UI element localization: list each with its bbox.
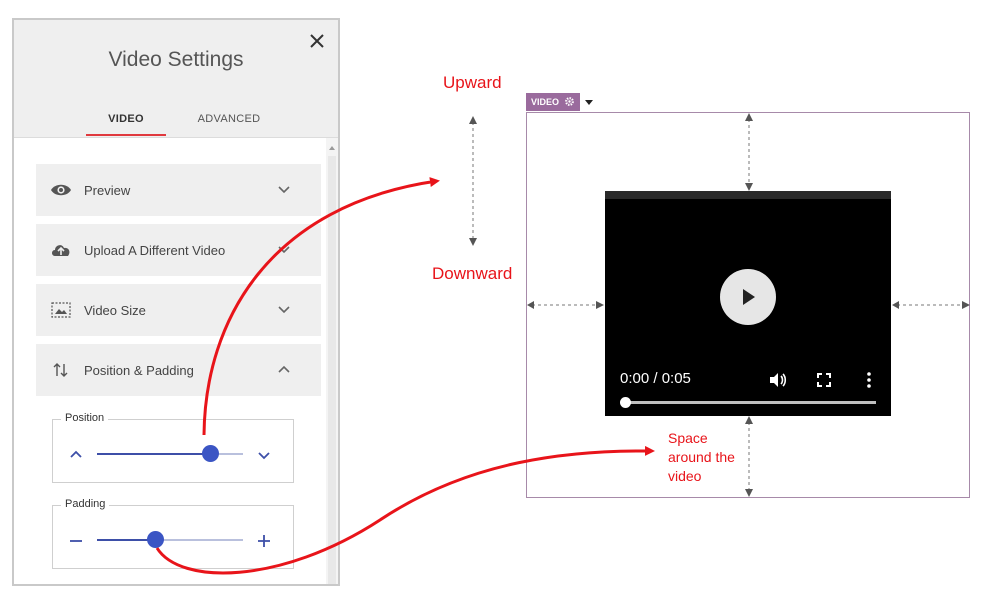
- video-player[interactable]: 0:00 / 0:05: [605, 191, 891, 416]
- position-slider-fill: [97, 453, 211, 455]
- panel-body: Preview Upload A Different Video Video S…: [14, 138, 338, 584]
- plus-icon: [258, 535, 270, 547]
- padding-increase-button[interactable]: [255, 532, 273, 550]
- scroll-up-arrow-icon[interactable]: [329, 146, 335, 150]
- chevron-up-icon: [70, 450, 82, 458]
- chevron-up-icon: [278, 365, 290, 373]
- section-label: Video Size: [84, 303, 146, 318]
- panel-title: Video Settings: [108, 48, 244, 71]
- position-up-button[interactable]: [67, 446, 85, 464]
- volume-icon: [770, 373, 787, 387]
- image-size-icon: [51, 302, 71, 318]
- module-tag-label: VIDEO: [531, 97, 560, 107]
- close-button[interactable]: [306, 30, 328, 52]
- more-vertical-icon: [867, 372, 871, 388]
- player-top-bar: [605, 191, 891, 199]
- padding-control: Padding: [52, 498, 294, 569]
- more-options-button[interactable]: [859, 370, 879, 390]
- tab-video[interactable]: VIDEO: [86, 113, 166, 136]
- chevron-down-icon: [278, 306, 290, 314]
- section-upload-video[interactable]: Upload A Different Video: [36, 224, 321, 276]
- position-label: Position: [61, 412, 109, 424]
- tab-bar: VIDEO ADVANCED: [14, 113, 338, 137]
- section-label: Preview: [84, 183, 131, 198]
- video-module-tag[interactable]: VIDEO: [526, 93, 580, 111]
- padding-slider-handle[interactable]: [146, 531, 164, 548]
- volume-button[interactable]: [768, 370, 788, 390]
- vertical-arrows-icon: [53, 363, 68, 377]
- padding-decrease-button[interactable]: [67, 532, 85, 550]
- downward-annotation: Downward: [432, 264, 513, 283]
- play-icon: [743, 289, 755, 305]
- close-icon: [310, 34, 324, 48]
- playback-time: 0:00 / 0:05: [620, 370, 691, 387]
- playback-progress-bar[interactable]: [625, 401, 876, 404]
- tab-advanced[interactable]: ADVANCED: [186, 113, 272, 125]
- cloud-upload-icon: [52, 245, 70, 256]
- position-control: Position: [52, 412, 294, 483]
- panel-header: Video Settings VIDEO ADVANCED: [14, 20, 338, 138]
- scroll-thumb[interactable]: [328, 156, 336, 584]
- playback-scrubber[interactable]: [620, 397, 631, 408]
- module-dropdown-caret-icon[interactable]: [585, 100, 593, 105]
- section-preview[interactable]: Preview: [36, 164, 321, 216]
- section-video-size[interactable]: Video Size: [36, 284, 321, 336]
- play-button[interactable]: [720, 269, 776, 325]
- upward-annotation: Upward: [443, 73, 502, 92]
- gear-icon: [565, 97, 574, 106]
- section-label: Upload A Different Video: [84, 243, 226, 258]
- position-down-button[interactable]: [255, 446, 273, 464]
- chevron-down-icon: [278, 186, 290, 194]
- position-slider-handle[interactable]: [202, 445, 220, 462]
- fullscreen-button[interactable]: [814, 370, 834, 390]
- video-settings-panel: Video Settings VIDEO ADVANCED Preview Up…: [12, 18, 340, 586]
- chevron-down-icon: [258, 452, 270, 460]
- chevron-down-icon: [278, 246, 290, 254]
- padding-label: Padding: [61, 498, 110, 510]
- eye-icon: [51, 184, 71, 196]
- fullscreen-icon: [817, 373, 831, 387]
- minus-icon: [70, 540, 82, 542]
- section-position-padding[interactable]: Position & Padding: [36, 344, 321, 396]
- scrollbar[interactable]: [326, 138, 338, 584]
- section-label: Position & Padding: [84, 363, 194, 378]
